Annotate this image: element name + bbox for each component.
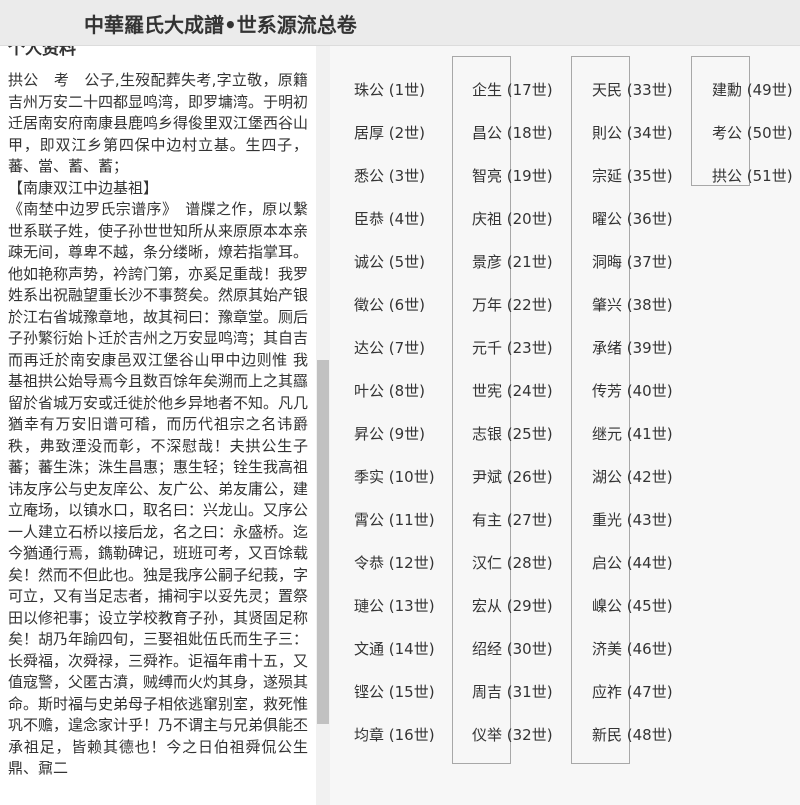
scrollbar-thumb[interactable] bbox=[317, 360, 329, 724]
generation-link[interactable]: 重光 (43世) bbox=[592, 510, 673, 530]
profile-scrollbar[interactable] bbox=[316, 46, 330, 805]
generation-link[interactable]: 湖公 (42世) bbox=[592, 467, 673, 487]
profile-panel: 个人资料 拱公 考 公子,生歿配葬失考,字立敬，原籍吉州万安二十四都显鸣湾，即罗… bbox=[0, 46, 316, 805]
generation-link[interactable]: 继元 (41世) bbox=[592, 424, 673, 444]
generation-link[interactable]: 绍经 (30世) bbox=[472, 639, 553, 659]
generation-link[interactable]: 曜公 (36世) bbox=[592, 209, 673, 229]
generation-link[interactable]: 文通 (14世) bbox=[354, 639, 435, 659]
generation-link[interactable]: 元千 (23世) bbox=[472, 338, 553, 358]
generation-link[interactable]: 徵公 (6世) bbox=[354, 295, 425, 315]
generation-link[interactable]: 拱公 (51世) bbox=[712, 166, 793, 186]
generation-link[interactable]: 智亮 (19世) bbox=[472, 166, 553, 186]
generation-link[interactable]: 诚公 (5世) bbox=[354, 252, 425, 272]
generation-link[interactable]: 建勳 (49世) bbox=[712, 80, 793, 100]
generation-link[interactable]: 洞晦 (37世) bbox=[592, 252, 673, 272]
generation-link[interactable]: 庆祖 (20世) bbox=[472, 209, 553, 229]
generation-link[interactable]: 居厚 (2世) bbox=[354, 123, 425, 143]
generation-link[interactable]: 天民 (33世) bbox=[592, 80, 673, 100]
profile-section-title: 个人资料 bbox=[8, 46, 76, 59]
page-title: 中華羅氏大成譜•世系源流总卷 bbox=[84, 13, 357, 37]
generation-link[interactable]: 企生 (17世) bbox=[472, 80, 553, 100]
generation-link[interactable]: 均章 (16世) bbox=[354, 725, 435, 745]
header-bar: 中華羅氏大成譜•世系源流总卷 bbox=[0, 0, 800, 46]
generation-link[interactable]: 臣恭 (4世) bbox=[354, 209, 425, 229]
generation-link[interactable]: 嵲公 (45世) bbox=[592, 596, 673, 616]
generation-link[interactable]: 新民 (48世) bbox=[592, 725, 673, 745]
generation-link[interactable]: 铿公 (15世) bbox=[354, 682, 435, 702]
generation-link[interactable]: 周吉 (31世) bbox=[472, 682, 553, 702]
generation-link[interactable]: 宏从 (29世) bbox=[472, 596, 553, 616]
generation-link[interactable]: 达公 (7世) bbox=[354, 338, 425, 358]
generation-link[interactable]: 霄公 (11世) bbox=[354, 510, 435, 530]
generation-link[interactable]: 則公 (34世) bbox=[592, 123, 673, 143]
generation-link[interactable]: 尹斌 (26世) bbox=[472, 467, 553, 487]
generation-link[interactable]: 传芳 (40世) bbox=[592, 381, 673, 401]
generation-link[interactable]: 叶公 (8世) bbox=[354, 381, 425, 401]
generation-link[interactable]: 珠公 (1世) bbox=[354, 80, 425, 100]
generation-link[interactable]: 昇公 (9世) bbox=[354, 424, 425, 444]
generation-link[interactable]: 志银 (25世) bbox=[472, 424, 553, 444]
generation-link[interactable]: 承绪 (39世) bbox=[592, 338, 673, 358]
generation-link[interactable]: 有主 (27世) bbox=[472, 510, 553, 530]
generation-link[interactable]: 应祚 (47世) bbox=[592, 682, 673, 702]
lineage-tree-panel: 珠公 (1世) 居厚 (2世) 悉公 (3世) 臣恭 (4世) 诚公 (5世) 徵公 (6… bbox=[330, 46, 800, 805]
generation-link[interactable]: 悉公 (3世) bbox=[354, 166, 425, 186]
generation-link[interactable]: 仪举 (32世) bbox=[472, 725, 553, 745]
generation-link[interactable]: 宗延 (35世) bbox=[592, 166, 673, 186]
generation-link[interactable]: 济美 (46世) bbox=[592, 639, 673, 659]
profile-bio-text: 拱公 考 公子,生歿配葬失考,字立敬，原籍吉州万安二十四都显鸣湾，即罗墉湾。于明… bbox=[8, 71, 309, 777]
generation-link[interactable]: 景彦 (21世) bbox=[472, 252, 553, 272]
generation-link[interactable]: 昌公 (18世) bbox=[472, 123, 553, 143]
generation-link[interactable]: 汉仁 (28世) bbox=[472, 553, 553, 573]
generation-link[interactable]: 万年 (22世) bbox=[472, 295, 553, 315]
generation-link[interactable]: 考公 (50世) bbox=[712, 123, 793, 143]
generation-link[interactable]: 璉公 (13世) bbox=[354, 596, 435, 616]
generation-link[interactable]: 世宪 (24世) bbox=[472, 381, 553, 401]
generation-link[interactable]: 季实 (10世) bbox=[354, 467, 435, 487]
generation-link[interactable]: 启公 (44世) bbox=[592, 553, 673, 573]
generation-link[interactable]: 令恭 (12世) bbox=[354, 553, 435, 573]
generation-link[interactable]: 肇兴 (38世) bbox=[592, 295, 673, 315]
